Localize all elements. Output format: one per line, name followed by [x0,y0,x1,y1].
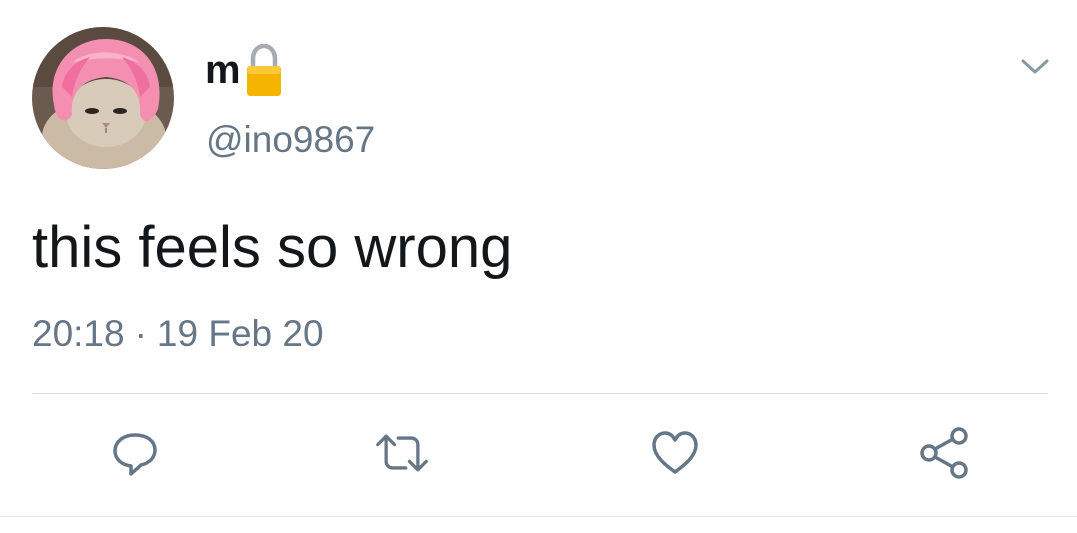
retweet-button[interactable] [374,425,430,481]
avatar[interactable] [32,27,174,169]
user-handle[interactable]: @ino9867 [206,118,375,162]
tweet-card: m @ino9867 this feels so wrong 20:18 · 1… [0,0,1077,533]
tweet-time: 20:18 [32,313,125,354]
retweet-icon [376,434,428,472]
divider [32,393,1048,394]
lock-icon [246,43,281,96]
heart-icon [652,431,698,474]
tweet-date: 19 Feb 20 [156,313,324,354]
avatar-image [32,27,174,169]
display-name-row: m [205,42,285,98]
divider [0,516,1077,517]
meta-separator: · [134,313,147,354]
display-name[interactable]: m [205,50,241,90]
reply-icon [113,433,157,476]
tweet-timestamp: 20:18 · 19 Feb 20 [32,310,324,358]
reply-button[interactable] [107,425,163,481]
share-icon [920,427,968,479]
share-button[interactable] [916,425,972,481]
like-button[interactable] [647,425,703,481]
tweet-text: this feels so wrong [32,215,513,280]
chevron-down-icon[interactable] [1018,52,1052,80]
